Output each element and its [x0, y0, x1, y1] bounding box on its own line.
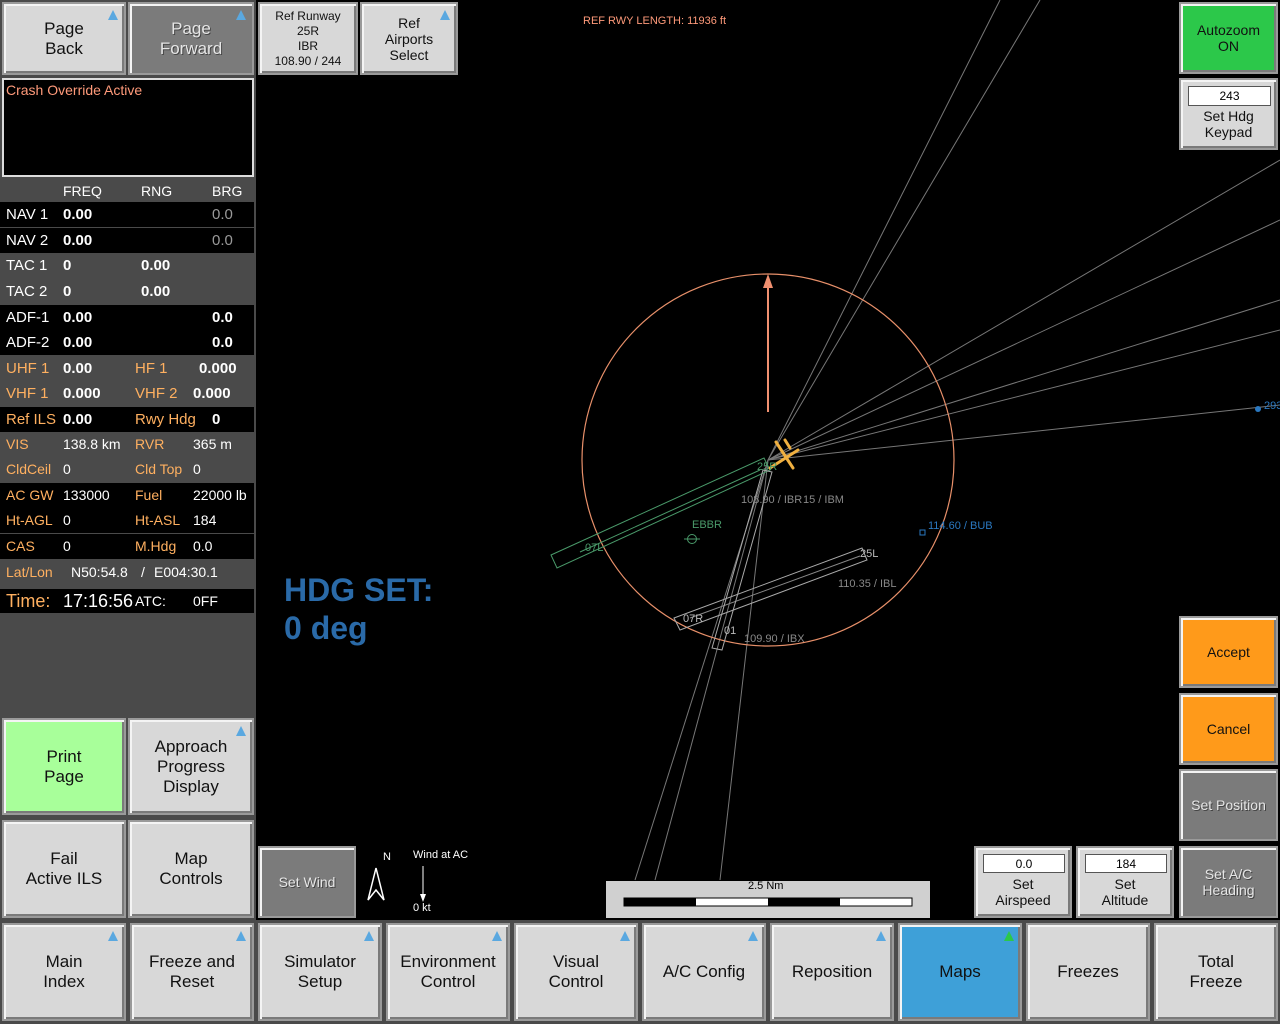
- hdg-set-value: 0 deg: [284, 610, 368, 646]
- ref-rwy-length: REF RWY LENGTH: 11936 ft: [583, 15, 727, 27]
- expand-triangle-icon: [364, 931, 374, 941]
- nav-maps[interactable]: Maps: [898, 923, 1022, 1021]
- nav-total-freeze[interactable]: Total Freeze: [1154, 923, 1278, 1021]
- accept-button[interactable]: Accept: [1179, 616, 1278, 688]
- set-altitude-label: Set Altitude: [1101, 876, 1149, 908]
- nav-visual-control[interactable]: Visual Control: [514, 923, 638, 1021]
- nav-label: Main Index: [43, 952, 85, 991]
- heading-arrow-icon: [763, 274, 773, 288]
- nav-freeze-and-reset[interactable]: Freeze and Reset: [130, 923, 254, 1021]
- set-wind-label: Set Wind: [278, 874, 336, 890]
- accept-label: Accept: [1207, 644, 1250, 660]
- radial-line: [767, 0, 1041, 461]
- set-airspeed-label: Set Airspeed: [995, 876, 1051, 908]
- north-arrow-icon: [367, 867, 385, 901]
- set-ac-heading-label: Set A/C Heading: [1202, 866, 1255, 898]
- expand-triangle-icon: [620, 931, 630, 941]
- nav-label: Visual Control: [548, 952, 604, 991]
- nav-label: Environment Control: [400, 952, 496, 991]
- runway-label-01: 01: [724, 625, 737, 637]
- set-airspeed-value-field: 0.0: [983, 854, 1065, 873]
- nav-label: Freezes: [1057, 962, 1119, 981]
- navaid-label: 293: [1264, 400, 1280, 412]
- nav-label: A/C Config: [662, 962, 746, 981]
- wind-speed: 0 kt: [413, 902, 431, 914]
- runway-label-25l: 25L: [860, 548, 879, 560]
- set-altitude-button[interactable]: 184 Set Altitude: [1076, 846, 1174, 918]
- cancel-label: Cancel: [1206, 721, 1251, 737]
- vor-label-bub: 114.60 / BUB: [928, 520, 993, 532]
- radial-line: [767, 299, 1280, 461]
- radial-line: [719, 459, 769, 881]
- nav-ac-config[interactable]: A/C Config: [642, 923, 766, 1021]
- set-hdg-value-field: 243: [1188, 86, 1271, 106]
- north-label: N: [383, 851, 391, 863]
- set-altitude-value-field: 184: [1085, 854, 1167, 873]
- expand-triangle-icon: [492, 931, 502, 941]
- nav-reposition[interactable]: Reposition: [770, 923, 894, 1021]
- nav-label: Freeze and Reset: [149, 952, 235, 991]
- set-airspeed-button[interactable]: 0.0 Set Airspeed: [974, 846, 1072, 918]
- nav-label: Total Freeze: [1189, 952, 1243, 991]
- runway-label-07r: 07R: [683, 613, 704, 625]
- nav-main-index[interactable]: Main Index: [2, 923, 126, 1021]
- scale-segment: [768, 898, 840, 906]
- set-ac-heading-button[interactable]: Set A/C Heading: [1179, 846, 1278, 918]
- expand-triangle-icon: [236, 931, 246, 941]
- nav-freezes[interactable]: Freezes: [1026, 923, 1150, 1021]
- radial-line: [767, 159, 1280, 461]
- ils-label-ibr: 108.90 / IBR: [741, 494, 803, 506]
- nav-label: Reposition: [791, 962, 873, 981]
- radial-line: [767, 219, 1280, 461]
- ils-label-ibx: 109.90 / IBX: [744, 633, 805, 645]
- scale-label: 2.5 Nm: [748, 880, 784, 892]
- expand-triangle-icon: [876, 931, 886, 941]
- radial-line: [767, 0, 1001, 461]
- expand-triangle-icon: [108, 931, 118, 941]
- runway-centerline: [579, 469, 761, 553]
- set-position-button[interactable]: Set Position: [1179, 769, 1278, 841]
- wind-title: Wind at AC: [413, 849, 469, 861]
- radial-line: [767, 329, 1280, 461]
- ils-label-ibl: 110.35 / IBL: [838, 578, 897, 590]
- nav-label: Simulator Setup: [284, 952, 356, 991]
- runway-07l-25r: [550, 457, 771, 569]
- nav-simulator-setup[interactable]: Simulator Setup: [258, 923, 382, 1021]
- radial-line: [767, 404, 1280, 461]
- set-wind-button[interactable]: Set Wind: [258, 846, 356, 918]
- vor-marker-icon: [919, 529, 926, 536]
- set-position-label: Set Position: [1191, 797, 1266, 813]
- ils-label-ibm: 15 / IBM: [803, 494, 844, 506]
- set-hdg-label: Set Hdg Keypad: [1203, 108, 1254, 140]
- expand-triangle-icon: [748, 931, 758, 941]
- runway-label-25r: 25R: [757, 461, 778, 473]
- navaid-dot-icon: [1255, 406, 1261, 412]
- autozoom-button[interactable]: Autozoom ON: [1179, 2, 1278, 74]
- airport-label: EBBR: [692, 519, 722, 531]
- cancel-button[interactable]: Cancel: [1179, 693, 1278, 765]
- expand-triangle-icon: [1004, 931, 1014, 941]
- nav-label: Maps: [939, 962, 981, 981]
- scale-segment: [624, 898, 696, 906]
- set-hdg-keypad-button[interactable]: 243 Set Hdg Keypad: [1179, 78, 1278, 150]
- runway-label-07l: 07L: [585, 542, 604, 554]
- hdg-set-title: HDG SET:: [284, 572, 434, 608]
- nav-environment-control[interactable]: Environment Control: [386, 923, 510, 1021]
- runway-centerline: [689, 555, 861, 619]
- autozoom-label: Autozoom ON: [1196, 22, 1261, 54]
- wind-arrow-icon: [420, 894, 426, 902]
